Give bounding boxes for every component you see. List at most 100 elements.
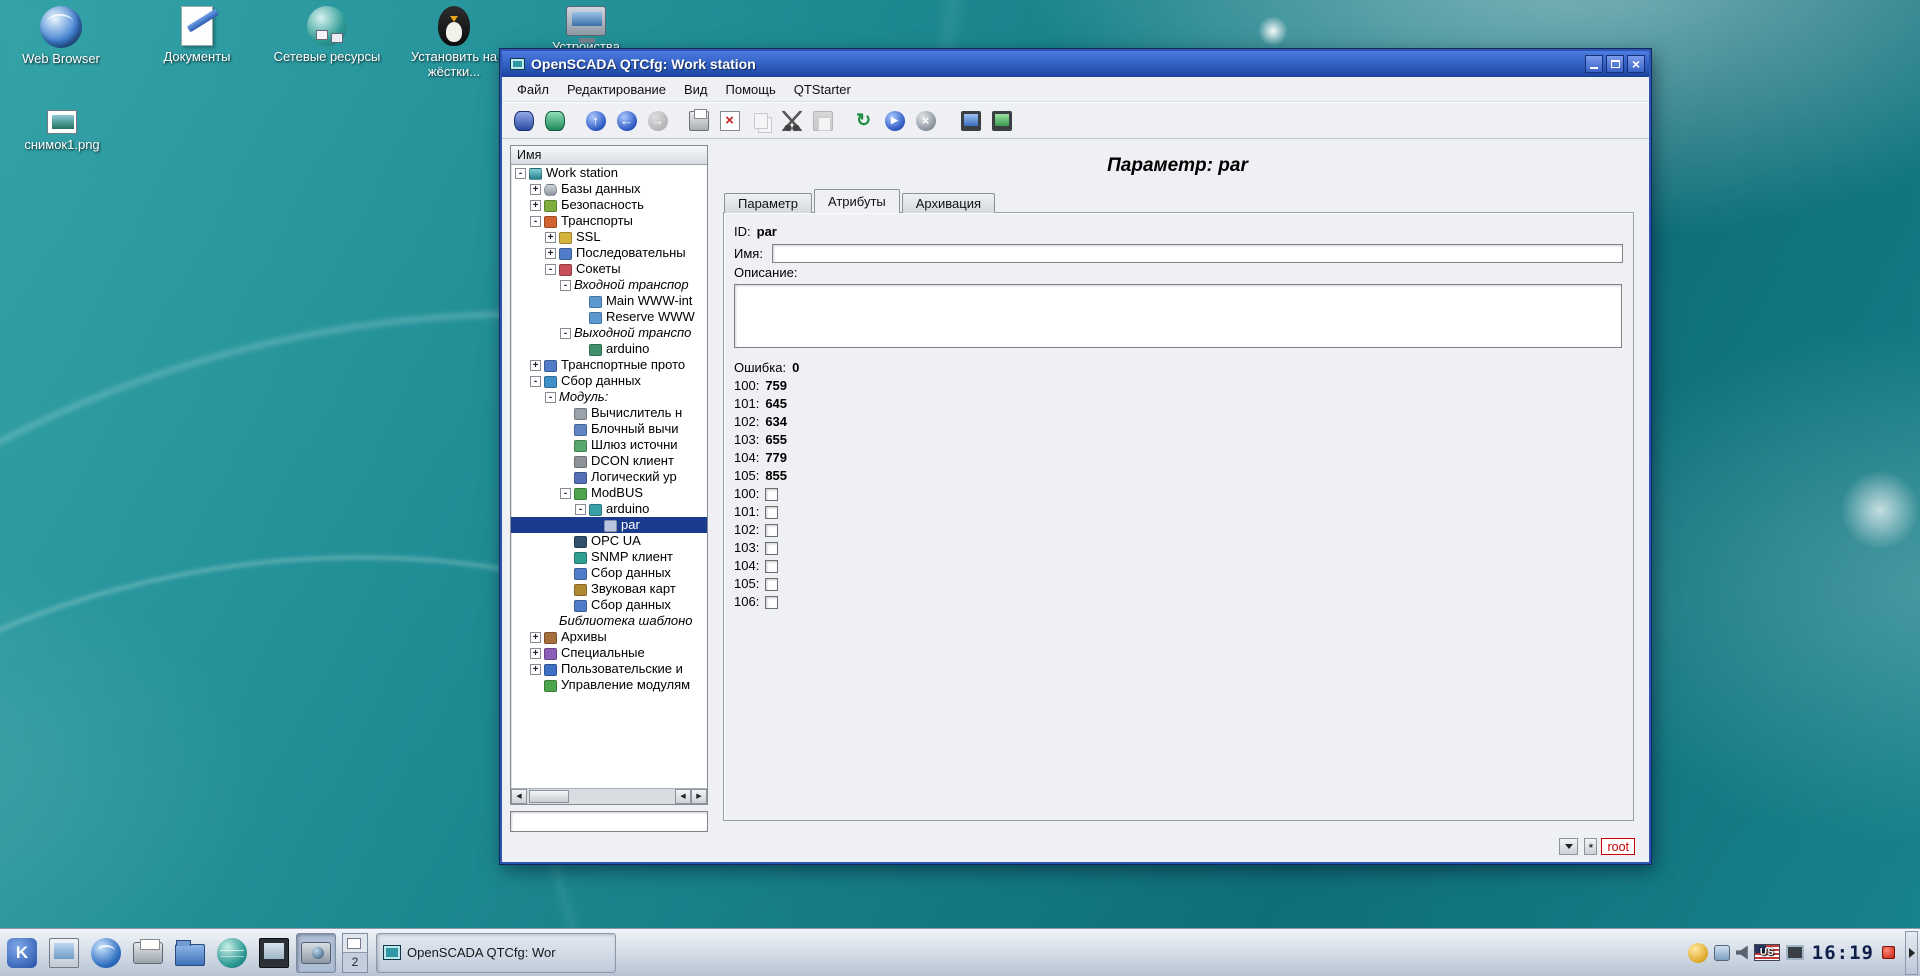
tree-item-input-transports[interactable]: -Входной транспор — [511, 277, 707, 293]
kmenu-button[interactable] — [2, 933, 42, 973]
klipper-icon[interactable] — [1688, 943, 1708, 963]
tree-item-protocols[interactable]: +Транспортные прото — [511, 357, 707, 373]
tree-item-serial[interactable]: +Последовательны — [511, 245, 707, 261]
tree-item-block-calc[interactable]: Блочный вычи — [511, 421, 707, 437]
expand-toggle[interactable]: + — [545, 232, 556, 243]
desktop-icon-network-resources[interactable]: Сетевые ресурсы — [271, 6, 383, 64]
tree-item-main-www[interactable]: Main WWW-int — [511, 293, 707, 309]
tree-item-specials[interactable]: +Специальные — [511, 645, 707, 661]
tree-item-transports[interactable]: -Транспорты — [511, 213, 707, 229]
tree-item-dcon[interactable]: DCON клиент — [511, 453, 707, 469]
tree-item-gateway[interactable]: Шлюз источни — [511, 437, 707, 453]
desktop-icon-install[interactable]: Установить на жёстки... — [398, 6, 510, 79]
menu-view[interactable]: Вид — [675, 79, 717, 100]
tree-item-archives[interactable]: +Архивы — [511, 629, 707, 645]
close-button[interactable]: × — [1627, 55, 1645, 73]
tree-item-module-group[interactable]: -Модуль: — [511, 389, 707, 405]
tree-item-work-station[interactable]: -Work station — [511, 165, 707, 181]
expand-toggle[interactable]: + — [530, 664, 541, 675]
network-launcher[interactable] — [212, 933, 252, 973]
tree-item-snmp[interactable]: SNMP клиент — [511, 549, 707, 565]
taskbar-window-button[interactable]: OpenSCADA QTCfg: Wor — [376, 933, 616, 973]
delete-item-button[interactable] — [716, 107, 743, 134]
screenshot-launcher[interactable] — [296, 933, 336, 973]
tree-item-arduino-transport[interactable]: arduino — [511, 341, 707, 357]
expand-toggle[interactable]: - — [530, 216, 541, 227]
menu-help[interactable]: Помощь — [717, 79, 785, 100]
tab-archiving[interactable]: Архивация — [902, 193, 995, 213]
desktop-icon-documents[interactable]: Документы — [141, 6, 253, 64]
expand-toggle[interactable]: - — [545, 392, 556, 403]
terminal-launcher[interactable] — [254, 933, 294, 973]
add-item-button[interactable] — [685, 107, 712, 134]
tree-item-modbus[interactable]: -ModBUS — [511, 485, 707, 501]
expand-toggle[interactable]: + — [530, 360, 541, 371]
scroll-left-icon[interactable]: ◀ — [511, 789, 527, 804]
expand-toggle[interactable]: - — [515, 168, 526, 179]
menu-file[interactable]: Файл — [508, 79, 558, 100]
tree-item-daq-gateway[interactable]: Сбор данных — [511, 565, 707, 581]
tree-item-module-sched[interactable]: Управление модулям — [511, 677, 707, 693]
web-browser-launcher[interactable] — [86, 933, 126, 973]
refresh-button[interactable] — [850, 107, 877, 134]
maximize-button[interactable] — [1606, 55, 1624, 73]
save-to-db-button[interactable] — [541, 107, 568, 134]
description-textarea[interactable] — [734, 284, 1622, 348]
volume-icon[interactable] — [1736, 946, 1748, 960]
attribute-checkbox[interactable] — [765, 524, 778, 537]
tree-filter-input[interactable] — [510, 811, 708, 832]
attribute-checkbox[interactable] — [765, 560, 778, 573]
file-manager-launcher[interactable] — [170, 933, 210, 973]
keyboard-layout-indicator[interactable]: US — [1754, 944, 1780, 961]
alert-icon[interactable] — [1882, 946, 1895, 959]
tree-item-security[interactable]: +Безопасность — [511, 197, 707, 213]
tree-item-user-interfaces[interactable]: +Пользовательские и — [511, 661, 707, 677]
panel-hide-button[interactable] — [1905, 931, 1918, 975]
menu-edit[interactable]: Редактирование — [558, 79, 675, 100]
current-user-badge[interactable]: root — [1601, 838, 1635, 855]
minimize-button[interactable] — [1585, 55, 1603, 73]
expand-toggle[interactable]: - — [560, 280, 571, 291]
scrollbar-track[interactable] — [527, 789, 675, 804]
pager-desktop-preview[interactable] — [343, 934, 367, 954]
tab-parameter[interactable]: Параметр — [724, 193, 812, 213]
menu-qtstarter[interactable]: QTStarter — [785, 79, 860, 100]
tree-item-calculator[interactable]: Вычислитель н — [511, 405, 707, 421]
expand-toggle[interactable]: - — [545, 264, 556, 275]
status-combo-dropdown[interactable] — [1559, 838, 1578, 855]
taskbar-clock[interactable]: 16:19 — [1812, 942, 1874, 964]
expand-toggle[interactable]: + — [530, 200, 541, 211]
expand-toggle[interactable]: + — [545, 248, 556, 259]
attribute-checkbox[interactable] — [765, 506, 778, 519]
tree-item-reserve-www[interactable]: Reserve WWW — [511, 309, 707, 325]
attribute-checkbox[interactable] — [765, 596, 778, 609]
tree-item-opc-ua[interactable]: OPC UA — [511, 533, 707, 549]
scrollbar-thumb[interactable] — [529, 790, 569, 803]
tree-item-databases[interactable]: +Базы данных — [511, 181, 707, 197]
expand-toggle[interactable]: + — [530, 184, 541, 195]
name-input[interactable] — [772, 244, 1623, 263]
scroll-left-icon[interactable]: ◀ — [675, 789, 691, 804]
tree-item-arduino-controller[interactable]: -arduino — [511, 501, 707, 517]
printer-launcher[interactable] — [128, 933, 168, 973]
expand-toggle[interactable]: + — [530, 648, 541, 659]
scroll-right-icon[interactable]: ▶ — [691, 789, 707, 804]
desktop-icon-snapshot-file[interactable]: снимок1.png — [6, 110, 118, 152]
tree-horizontal-scrollbar[interactable]: ◀ ◀ ▶ — [511, 788, 707, 804]
load-from-db-button[interactable] — [510, 107, 537, 134]
qtcfg-launch-button[interactable] — [957, 107, 984, 134]
pager-desktop-number[interactable]: 2 — [343, 953, 367, 972]
desktop-pager[interactable]: 2 — [342, 933, 368, 973]
display-icon[interactable] — [1786, 945, 1804, 960]
tree-item-par-selected[interactable]: par — [511, 517, 707, 533]
tree-item-daq-gateway-2[interactable]: Сбор данных — [511, 597, 707, 613]
tree-item-ssl[interactable]: +SSL — [511, 229, 707, 245]
expand-toggle[interactable]: - — [575, 504, 586, 515]
window-titlebar[interactable]: OpenSCADA QTCfg: Work station × — [502, 51, 1649, 77]
cut-item-button[interactable] — [778, 107, 805, 134]
tree-item-template-library[interactable]: Библиотека шаблоно — [511, 613, 707, 629]
tab-attributes[interactable]: Атрибуты — [814, 189, 900, 213]
tree-item-logic-level[interactable]: Логический ур — [511, 469, 707, 485]
desktop-icon-web-browser[interactable]: Web Browser — [5, 6, 117, 66]
attribute-checkbox[interactable] — [765, 488, 778, 501]
